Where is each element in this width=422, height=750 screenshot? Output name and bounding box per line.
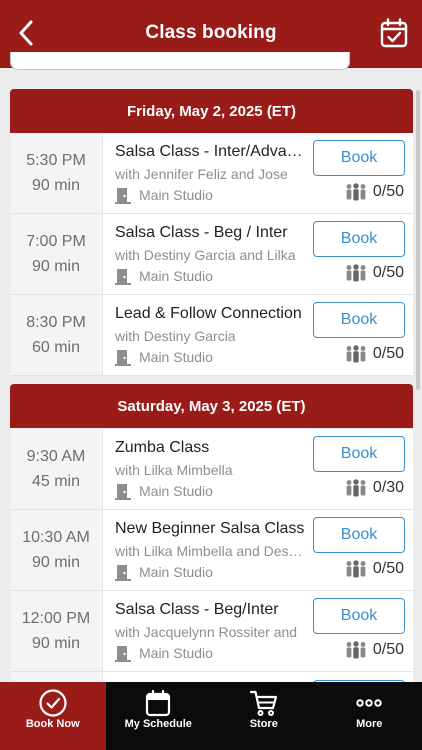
class-capacity: 0/50: [372, 183, 404, 200]
tab-book-now[interactable]: Book Now: [0, 682, 106, 750]
class-instructor: with Jennifer Feliz and Jose: [115, 166, 288, 182]
people-icon: [346, 479, 366, 497]
cart-icon: [249, 690, 277, 716]
people-icon: [346, 345, 366, 363]
page-title: Class booking: [145, 22, 277, 43]
time-column: 7:00 PM 90 min: [10, 214, 103, 294]
class-instructor: with Jacquelynn Rossiter and: [115, 624, 298, 640]
door-icon: [115, 187, 131, 204]
class-time: 5:30 PM: [26, 152, 86, 169]
people-icon: [346, 641, 366, 659]
class-room: Main Studio: [139, 268, 213, 284]
tab-label: Book Now: [25, 718, 80, 730]
calendar-check-icon: [380, 18, 408, 48]
class-name[interactable]: Lead & Follow Connection: [115, 305, 305, 323]
class-capacity: 0/30: [372, 479, 404, 496]
book-button[interactable]: Book: [313, 140, 405, 176]
people-icon: [346, 264, 366, 282]
class-duration: 90 min: [31, 258, 81, 275]
class-instructor: with Lilka Mimbella and Destiny: [115, 543, 305, 559]
tab-my-schedule[interactable]: My Schedule: [106, 682, 212, 750]
tab-more[interactable]: More: [317, 682, 422, 750]
time-column: 8:30 PM 60 min: [10, 295, 103, 375]
class-row: 12:00 PM 90 min Salsa Class - Beg/Inter …: [10, 591, 413, 672]
class-list[interactable]: Friday, May 2, 2025 (ET) 5:30 PM 90 min …: [0, 68, 422, 682]
class-name[interactable]: Salsa Class - Inter/Advanced: [115, 143, 305, 161]
class-duration: 90 min: [31, 554, 81, 571]
door-icon: [115, 268, 131, 285]
class-row: 5:30 PM 90 min Salsa Class - Inter/Advan…: [10, 133, 413, 214]
calendar-button[interactable]: [380, 18, 408, 48]
class-instructor: with Lilka Mimbella: [115, 462, 233, 478]
tab-label: Store: [249, 718, 278, 730]
day-header: Friday, May 2, 2025 (ET): [10, 89, 413, 133]
class-capacity: 0/50: [372, 560, 404, 577]
class-name[interactable]: Salsa Class - Beg / Inter: [115, 224, 305, 242]
class-name[interactable]: New Beginner Salsa Class: [115, 520, 305, 538]
tab-label: My Schedule: [124, 718, 192, 730]
class-room: Main Studio: [139, 645, 213, 661]
book-button[interactable]: Book: [313, 302, 405, 338]
class-time: 7:00 PM: [26, 233, 86, 250]
time-column: 5:30 PM 90 min: [10, 133, 103, 213]
class-duration: 90 min: [31, 177, 81, 194]
class-capacity: 0/50: [372, 345, 404, 362]
door-icon: [115, 645, 131, 662]
time-column: 9:30 AM 45 min: [10, 429, 103, 509]
time-column: [10, 672, 103, 682]
class-instructor: with Destiny Garcia: [115, 328, 236, 344]
more-dots-icon: [356, 699, 382, 707]
class-row: [10, 672, 413, 682]
tab-label: More: [356, 718, 383, 730]
class-name[interactable]: Salsa Class - Beg/Inter: [115, 601, 305, 619]
class-room: Main Studio: [139, 564, 213, 580]
class-duration: 90 min: [31, 635, 81, 652]
book-button[interactable]: Book: [313, 517, 405, 553]
class-room: Main Studio: [139, 349, 213, 365]
tab-store[interactable]: Store: [211, 682, 317, 750]
time-column: 12:00 PM 90 min: [10, 591, 103, 671]
class-instructor: with Destiny Garcia and Lilka: [115, 247, 296, 263]
class-duration: 60 min: [31, 339, 81, 356]
book-button[interactable]: Book: [313, 221, 405, 257]
class-row: 7:00 PM 90 min Salsa Class - Beg / Inter…: [10, 214, 413, 295]
bottom-tab-bar: Book Now My Schedule Store More: [0, 682, 422, 750]
class-time: 8:30 PM: [26, 314, 86, 331]
class-row: 9:30 AM 45 min Zumba Class with Lilka Mi…: [10, 429, 413, 510]
class-name[interactable]: Zumba Class: [115, 439, 305, 457]
door-icon: [115, 564, 131, 581]
time-column: 10:30 AM 90 min: [10, 510, 103, 590]
door-icon: [115, 349, 131, 366]
class-capacity: 0/50: [372, 641, 404, 658]
people-icon: [346, 560, 366, 578]
class-row: 8:30 PM 60 min Lead & Follow Connection …: [10, 295, 413, 376]
class-duration: 45 min: [31, 473, 81, 490]
day-header: Saturday, May 3, 2025 (ET): [10, 384, 413, 428]
class-row: 10:30 AM 90 min New Beginner Salsa Class…: [10, 510, 413, 591]
class-capacity: 0/50: [372, 264, 404, 281]
class-room: Main Studio: [139, 483, 213, 499]
class-time: 12:00 PM: [21, 610, 91, 627]
door-icon: [115, 483, 131, 500]
class-time: 9:30 AM: [26, 448, 86, 465]
class-time: 10:30 AM: [22, 529, 90, 546]
people-icon: [346, 183, 366, 201]
book-button[interactable]: Book: [313, 598, 405, 634]
check-circle-icon: [39, 689, 67, 717]
calendar-icon: [146, 689, 171, 717]
book-button[interactable]: Book: [313, 436, 405, 472]
scrollbar[interactable]: [416, 90, 420, 390]
class-room: Main Studio: [139, 187, 213, 203]
